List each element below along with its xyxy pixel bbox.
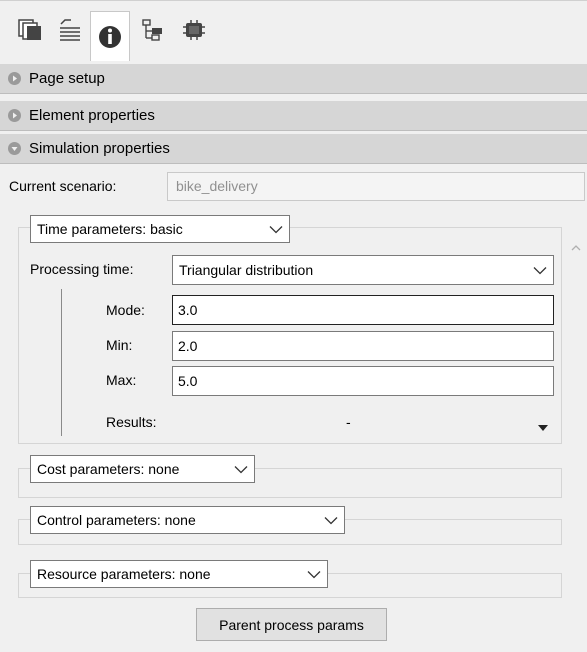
parent-process-params-button[interactable]: Parent process params: [196, 608, 387, 641]
tree-connector-line: [61, 289, 62, 436]
results-dropdown-arrow-icon[interactable]: [537, 419, 549, 435]
document-icon[interactable]: [50, 11, 90, 49]
max-input[interactable]: [172, 366, 554, 396]
chevron-down-icon: [269, 225, 283, 234]
current-scenario-label: Current scenario:: [9, 178, 117, 194]
min-input[interactable]: [172, 331, 554, 361]
cost-parameters-value: Cost parameters: none: [37, 461, 180, 477]
chevron-down-icon: [324, 516, 338, 525]
results-label: Results:: [106, 414, 157, 430]
section-label: Element properties: [29, 107, 155, 124]
pages-icon[interactable]: [10, 11, 50, 49]
chevron-down-icon: [533, 266, 547, 275]
max-label: Max:: [106, 372, 137, 388]
chip-icon[interactable]: [174, 11, 214, 49]
current-scenario-field: bike_delivery: [167, 172, 585, 201]
mode-label: Mode:: [106, 302, 145, 318]
expand-right-icon: [8, 109, 21, 122]
processing-time-dropdown[interactable]: Triangular distribution: [172, 255, 554, 285]
time-parameters-dropdown[interactable]: Time parameters: basic: [30, 215, 290, 243]
section-page-setup[interactable]: Page setup: [0, 64, 587, 94]
section-label: Page setup: [29, 70, 105, 87]
cost-parameters-dropdown[interactable]: Cost parameters: none: [30, 455, 255, 483]
chevron-down-icon: [307, 570, 321, 579]
expand-right-icon: [8, 72, 21, 85]
chevron-down-icon: [234, 465, 248, 474]
toolbar: [0, 0, 587, 61]
results-value: -: [346, 414, 351, 430]
control-parameters-value: Control parameters: none: [37, 512, 196, 528]
control-parameters-dropdown[interactable]: Control parameters: none: [30, 506, 345, 534]
info-icon[interactable]: [90, 11, 130, 61]
resource-parameters-value: Resource parameters: none: [37, 566, 211, 582]
time-parameters-value: Time parameters: basic: [37, 221, 183, 237]
scroll-up-arrow-icon[interactable]: [571, 238, 581, 254]
mode-input[interactable]: [172, 295, 554, 325]
section-label: Simulation properties: [29, 140, 170, 157]
tree-icon[interactable]: [133, 11, 173, 49]
section-element-properties[interactable]: Element properties: [0, 101, 587, 131]
processing-time-value: Triangular distribution: [179, 262, 314, 278]
collapse-down-icon: [8, 142, 21, 155]
min-label: Min:: [106, 337, 133, 353]
processing-time-label: Processing time:: [30, 261, 134, 277]
section-simulation-properties[interactable]: Simulation properties: [0, 134, 587, 164]
resource-parameters-dropdown[interactable]: Resource parameters: none: [30, 560, 328, 588]
